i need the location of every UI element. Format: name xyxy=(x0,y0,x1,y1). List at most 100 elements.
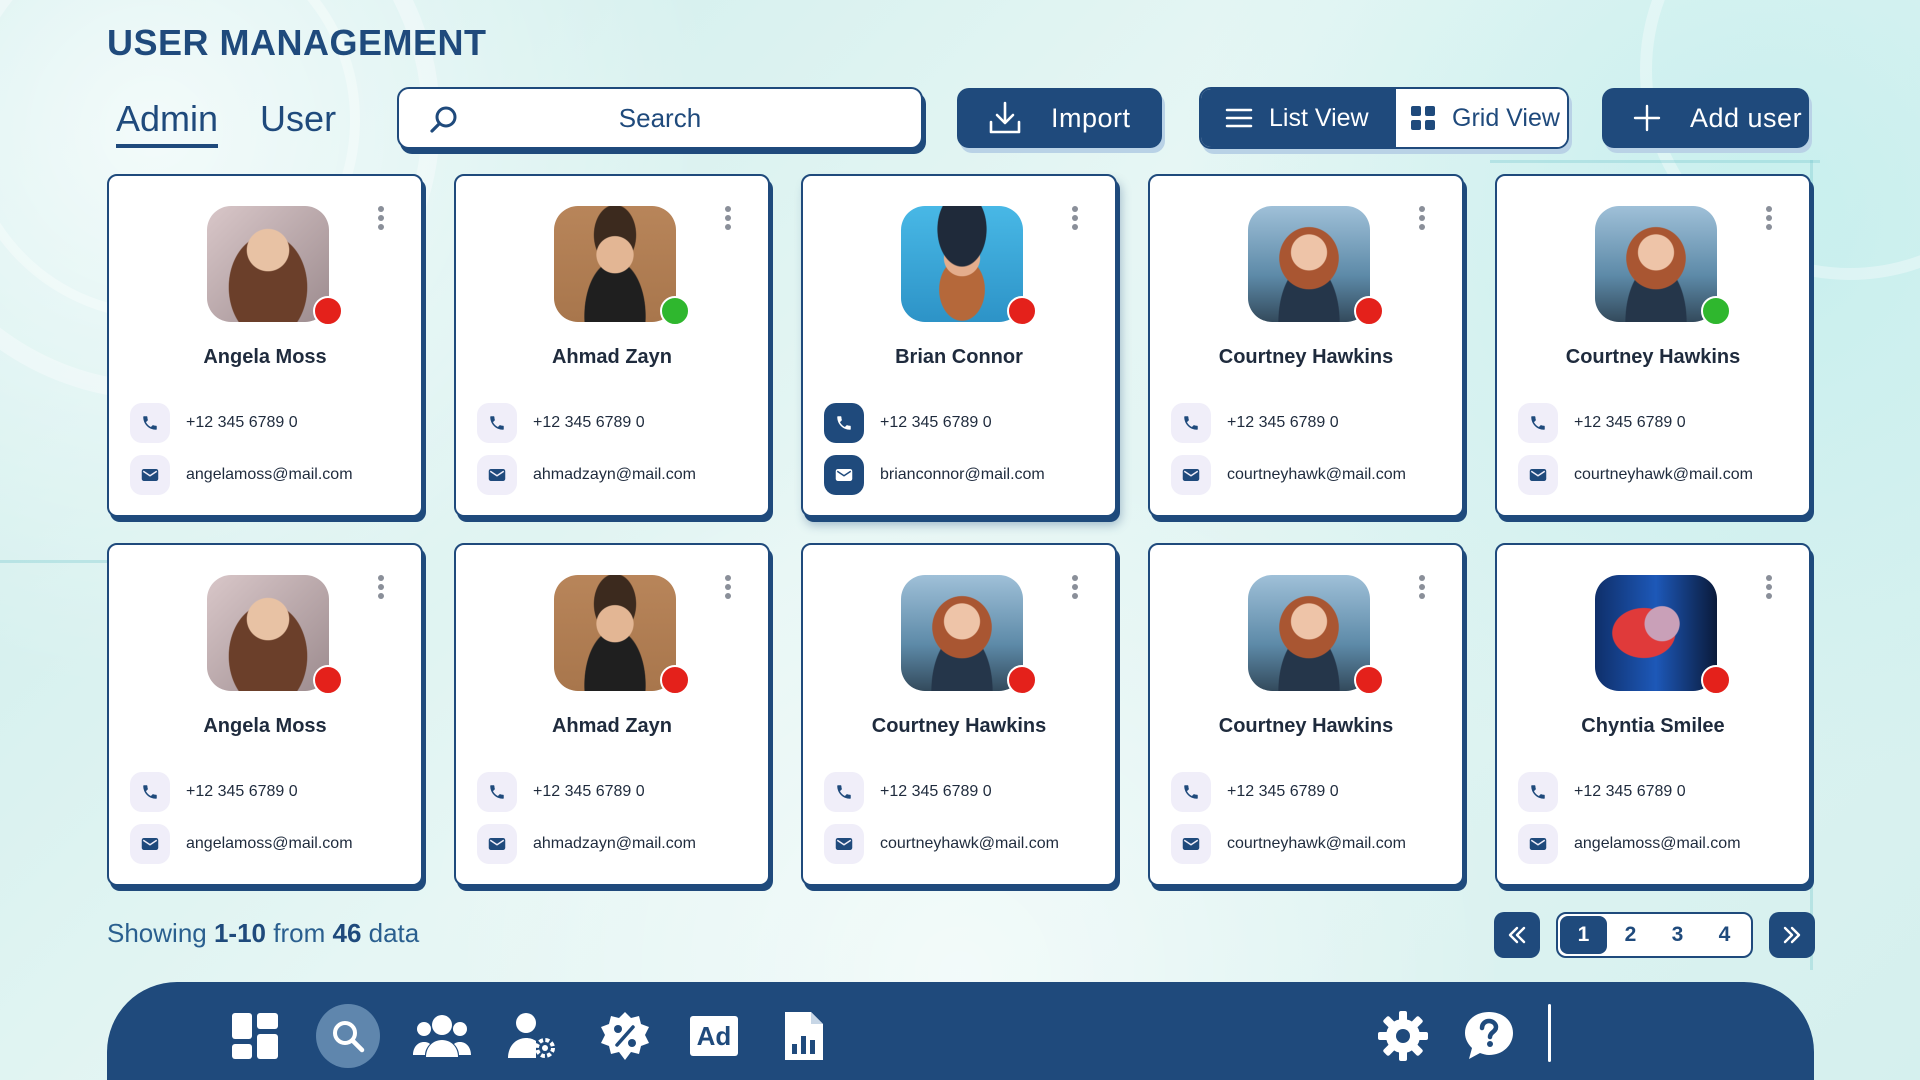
user-card[interactable]: Chyntia Smilee +12 345 6789 0 angelamoss… xyxy=(1495,543,1811,886)
user-settings-button[interactable] xyxy=(500,1004,564,1068)
avatar xyxy=(1595,575,1717,691)
search-icon xyxy=(333,1021,365,1053)
user-card[interactable]: Angela Moss +12 345 6789 0 angelamoss@ma… xyxy=(107,543,423,886)
first-page-button[interactable] xyxy=(1494,912,1540,958)
avatar xyxy=(901,206,1023,322)
more-options-icon[interactable] xyxy=(377,206,385,232)
grid-view-button[interactable]: Grid View xyxy=(1396,89,1567,147)
phone-icon[interactable] xyxy=(477,772,517,812)
phone-icon[interactable] xyxy=(824,403,864,443)
user-card[interactable]: Courtney Hawkins +12 345 6789 0 courtney… xyxy=(801,543,1117,886)
phone-row: +12 345 6789 0 xyxy=(477,403,758,443)
mail-icon[interactable] xyxy=(824,824,864,864)
phone-number: +12 345 6789 0 xyxy=(533,414,645,431)
phone-number: +12 345 6789 0 xyxy=(880,414,992,431)
ad-icon-label: Ad xyxy=(696,1020,732,1051)
page-4[interactable]: 4 xyxy=(1701,916,1748,954)
page-3[interactable]: 3 xyxy=(1654,916,1701,954)
page-1[interactable]: 1 xyxy=(1560,916,1607,954)
ads-button[interactable]: Ad xyxy=(682,1004,746,1068)
mail-icon[interactable] xyxy=(1171,824,1211,864)
phone-row: +12 345 6789 0 xyxy=(130,403,411,443)
status-indicator xyxy=(1354,296,1384,326)
phone-icon[interactable] xyxy=(477,403,517,443)
phone-icon[interactable] xyxy=(1518,403,1558,443)
phone-icon[interactable] xyxy=(130,403,170,443)
phone-number: +12 345 6789 0 xyxy=(880,783,992,800)
phone-number: +12 345 6789 0 xyxy=(533,783,645,800)
phone-icon[interactable] xyxy=(1171,772,1211,812)
import-button[interactable]: Import xyxy=(957,88,1162,148)
more-options-icon[interactable] xyxy=(1765,575,1773,601)
list-view-button[interactable]: List View xyxy=(1201,89,1396,147)
user-card[interactable]: Ahmad Zayn +12 345 6789 0 ahmadzayn@mail… xyxy=(454,174,770,517)
page-2[interactable]: 2 xyxy=(1607,916,1654,954)
mail-icon[interactable] xyxy=(1171,455,1211,495)
tab-user[interactable]: User xyxy=(260,98,336,148)
user-card[interactable]: Angela Moss +12 345 6789 0 angelamoss@ma… xyxy=(107,174,423,517)
email-row: angelamoss@mail.com xyxy=(1518,824,1799,864)
user-card[interactable]: Courtney Hawkins +12 345 6789 0 courtney… xyxy=(1495,174,1811,517)
more-options-icon[interactable] xyxy=(1071,206,1079,232)
dock-divider xyxy=(1548,1004,1551,1062)
dashboard-button[interactable] xyxy=(223,1004,287,1068)
mail-icon[interactable] xyxy=(130,824,170,864)
more-options-icon[interactable] xyxy=(1418,575,1426,601)
user-card[interactable]: Brian Connor +12 345 6789 0 brianconnor@… xyxy=(801,174,1117,517)
add-user-button[interactable]: Add user xyxy=(1602,88,1809,148)
tab-admin[interactable]: Admin xyxy=(116,98,219,148)
user-name: Angela Moss xyxy=(203,346,327,368)
phone-row: +12 345 6789 0 xyxy=(1518,772,1799,812)
discount-button[interactable] xyxy=(593,1004,657,1068)
phone-row: +12 345 6789 0 xyxy=(477,772,758,812)
showing-count: Showing 1-10 from 46 data xyxy=(107,918,419,949)
list-view-label: List View xyxy=(1269,103,1369,132)
report-button[interactable] xyxy=(772,1004,836,1068)
mail-icon[interactable] xyxy=(477,824,517,864)
email-address: courtneyhawk@mail.com xyxy=(880,835,1059,852)
user-card[interactable]: Courtney Hawkins +12 345 6789 0 courtney… xyxy=(1148,174,1464,517)
mail-icon[interactable] xyxy=(824,455,864,495)
search-input[interactable] xyxy=(399,89,921,147)
avatar xyxy=(554,206,676,322)
mail-icon[interactable] xyxy=(1518,455,1558,495)
user-card[interactable]: Ahmad Zayn +12 345 6789 0 ahmadzayn@mail… xyxy=(454,543,770,886)
users-icon xyxy=(413,1015,471,1057)
settings-button[interactable] xyxy=(1371,1004,1435,1068)
phone-icon[interactable] xyxy=(1171,403,1211,443)
email-row: brianconnor@mail.com xyxy=(824,455,1105,495)
phone-icon[interactable] xyxy=(1518,772,1558,812)
add-user-label: Add user xyxy=(1690,102,1803,133)
phone-icon[interactable] xyxy=(130,772,170,812)
user-name: Courtney Hawkins xyxy=(1218,715,1394,737)
more-options-icon[interactable] xyxy=(1418,206,1426,232)
list-icon xyxy=(1225,108,1253,128)
help-button[interactable] xyxy=(1457,1004,1521,1068)
showing-total: 46 xyxy=(332,918,362,948)
phone-number: +12 345 6789 0 xyxy=(186,414,298,431)
phone-icon[interactable] xyxy=(824,772,864,812)
users-button[interactable] xyxy=(410,1004,474,1068)
user-card[interactable]: Courtney Hawkins +12 345 6789 0 courtney… xyxy=(1148,543,1464,886)
last-page-button[interactable] xyxy=(1769,912,1815,958)
user-name: Ahmad Zayn xyxy=(551,715,673,737)
showing-range: 1-10 xyxy=(213,918,267,948)
email-address: courtneyhawk@mail.com xyxy=(1574,466,1753,483)
phone-row: +12 345 6789 0 xyxy=(824,403,1105,443)
more-options-icon[interactable] xyxy=(1071,575,1079,601)
mail-icon[interactable] xyxy=(130,455,170,495)
more-options-icon[interactable] xyxy=(1765,206,1773,232)
mail-icon[interactable] xyxy=(1518,824,1558,864)
more-options-icon[interactable] xyxy=(724,206,732,232)
report-icon xyxy=(785,1012,823,1060)
user-settings-icon xyxy=(508,1013,555,1058)
plus-icon xyxy=(1633,104,1661,132)
more-options-icon[interactable] xyxy=(724,575,732,601)
more-options-icon[interactable] xyxy=(377,575,385,601)
status-indicator xyxy=(1354,665,1384,695)
pagination: 1 2 3 4 xyxy=(1494,911,1815,959)
search-nav-button[interactable] xyxy=(316,1004,380,1068)
email-row: angelamoss@mail.com xyxy=(130,455,411,495)
mail-icon[interactable] xyxy=(477,455,517,495)
double-chevron-right-icon xyxy=(1783,926,1801,944)
